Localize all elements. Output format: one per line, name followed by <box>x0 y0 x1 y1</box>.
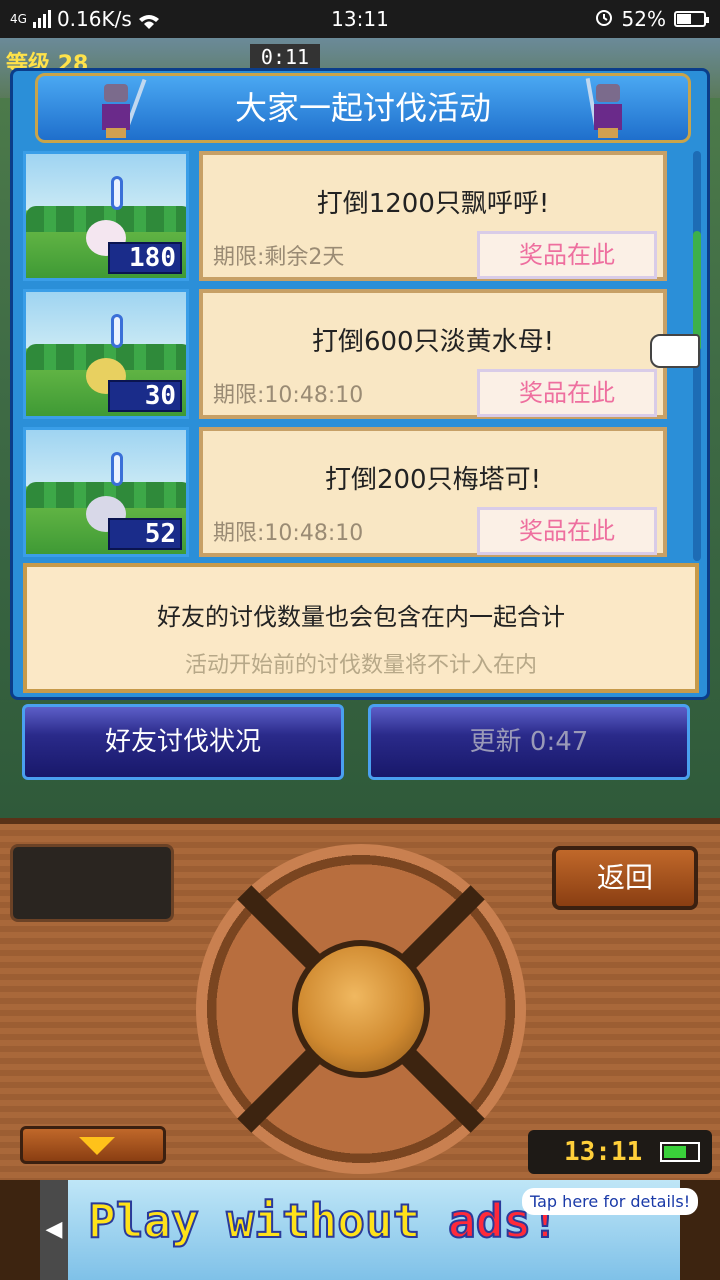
quest-card: 打倒1200只飘呼呼! 期限:剩余2天 奖品在此 <box>199 151 667 281</box>
quest-list[interactable]: 180 打倒1200只飘呼呼! 期限:剩余2天 奖品在此 30 打倒600只淡黄… <box>23 151 687 561</box>
knight-right-icon <box>585 78 630 138</box>
battery-icon <box>660 1142 700 1162</box>
event-dialog: 大家一起讨伐活动 180 打倒1200只飘呼呼! 期限:剩余2天 奖品在此 30… <box>10 68 710 700</box>
pointer-hand-icon <box>650 334 700 368</box>
scrollbar-thumb[interactable] <box>693 231 701 351</box>
chevron-left-icon[interactable]: ◀ <box>40 1180 68 1280</box>
console-slot <box>10 844 174 922</box>
prize-button[interactable]: 奖品在此 <box>477 507 657 555</box>
battery-percent: 52% <box>621 7 666 31</box>
quest-deadline: 期限:剩余2天 <box>213 245 345 270</box>
quest-card: 打倒600只淡黄水母! 期限:10:48:10 奖品在此 <box>199 289 667 419</box>
dpad-center-button[interactable] <box>292 940 430 1078</box>
exclamation-icon <box>111 176 123 210</box>
chevron-down-icon <box>79 1137 115 1155</box>
quest-thumbnail: 30 <box>23 289 189 419</box>
info-note: 好友的讨伐数量也会包含在内一起合计 活动开始前的讨伐数量将不计入在内 <box>23 563 699 693</box>
prize-button[interactable]: 奖品在此 <box>477 231 657 279</box>
quest-thumbnail: 52 <box>23 427 189 557</box>
dialog-title: 大家一起讨伐活动 <box>35 73 691 143</box>
note-line1: 好友的讨伐数量也会包含在内一起合计 <box>157 603 565 631</box>
defeat-count: 180 <box>108 242 182 274</box>
quest-row: 30 打倒600只淡黄水母! 期限:10:48:10 奖品在此 <box>23 289 683 421</box>
quest-deadline: 期限:10:48:10 <box>213 521 364 546</box>
back-button[interactable]: 返回 <box>552 846 698 910</box>
battery-icon <box>674 11 709 27</box>
quest-row: 180 打倒1200只飘呼呼! 期限:剩余2天 奖品在此 <box>23 151 683 283</box>
quest-card: 打倒200只梅塔可! 期限:10:48:10 奖品在此 <box>199 427 667 557</box>
defeat-count: 30 <box>108 380 182 412</box>
menu-down-button[interactable] <box>20 1126 166 1164</box>
quest-task: 打倒1200只飘呼呼! <box>316 189 550 219</box>
defeat-count: 52 <box>108 518 182 550</box>
status-right: 52% <box>594 7 709 32</box>
prize-button[interactable]: 奖品在此 <box>477 369 657 417</box>
dpad[interactable] <box>196 844 526 1174</box>
update-button[interactable]: 更新 0:47 <box>368 704 690 780</box>
dialog-title-text: 大家一起讨伐活动 <box>234 89 491 127</box>
ad-banner[interactable]: ◀ Play without ads! Tap here for details… <box>0 1180 720 1280</box>
ad-tap-label[interactable]: Tap here for details! <box>522 1188 699 1215</box>
exclamation-icon <box>111 452 123 486</box>
exclamation-icon <box>111 314 123 348</box>
game-timer: 0:11 <box>250 44 320 70</box>
knight-left-icon <box>94 78 147 138</box>
note-line2: 活动开始前的讨伐数量将不计入在内 <box>184 653 537 678</box>
quest-deadline: 期限:10:48:10 <box>213 383 364 408</box>
alarm-icon <box>594 7 614 32</box>
friend-status-button[interactable]: 好友讨伐状况 <box>22 704 344 780</box>
quest-task: 打倒600只淡黄水母! <box>311 327 555 357</box>
quest-thumbnail: 180 <box>23 151 189 281</box>
game-clock-text: 13:11 <box>564 1137 643 1167</box>
quest-row: 52 打倒200只梅塔可! 期限:10:48:10 奖品在此 <box>23 427 683 559</box>
game-clock: 13:11 <box>528 1130 712 1174</box>
ad-headline[interactable]: Play without ads! <box>87 1193 560 1249</box>
game-console: 返回 13:11 <box>0 818 720 1186</box>
quest-task: 打倒200只梅塔可! <box>324 465 542 495</box>
status-bar: 4G 0.16K/s 13:11 52% <box>0 0 720 38</box>
